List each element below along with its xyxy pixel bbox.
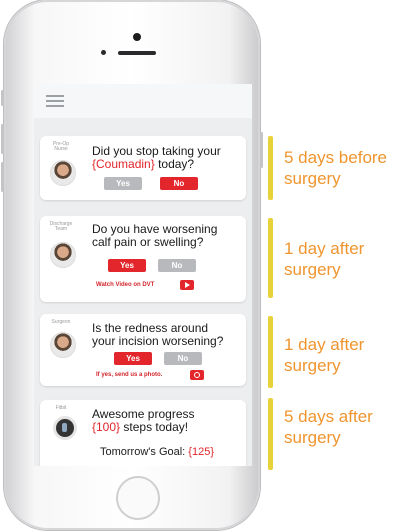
progress-text: Awesome progress {100} steps today!	[92, 407, 195, 434]
avatar	[50, 160, 76, 186]
timeline-bar	[268, 136, 273, 200]
avatar	[50, 242, 76, 268]
question-card-medication: Pre-Op Nurse Did you stop taking your {C…	[40, 136, 246, 200]
question-card-dvt: Discharge Team Do you have worsening cal…	[40, 216, 246, 302]
timeline-bar	[268, 316, 273, 388]
goal-value: {125}	[188, 446, 214, 458]
home-button[interactable]	[116, 476, 160, 520]
question-card-incision: Surgeon Is the redness around your incis…	[40, 314, 246, 386]
no-button[interactable]: No	[158, 259, 196, 272]
no-button[interactable]: No	[164, 352, 202, 365]
volume-down-button	[1, 162, 4, 192]
timeline-bar	[268, 398, 273, 470]
goal-text: Tomorrow's Goal: {125}	[100, 446, 214, 458]
yes-button[interactable]: Yes	[108, 259, 146, 272]
send-photo-link[interactable]: If yes, send us a photo.	[96, 372, 162, 378]
play-video-icon[interactable]	[180, 280, 194, 290]
avatar	[50, 332, 76, 358]
app-header	[34, 84, 252, 118]
fitbit-watch-icon	[53, 416, 77, 440]
menu-icon[interactable]	[46, 95, 64, 107]
timeline-label: 5 days after surgery	[284, 407, 373, 447]
mute-switch	[1, 90, 4, 106]
timeline-label: 5 days before surgery	[284, 148, 388, 188]
fitbit-progress-card: Fitbit Awesome progress {100} steps toda…	[40, 400, 246, 466]
camera-icon[interactable]	[190, 370, 204, 380]
volume-up-button	[1, 124, 4, 154]
sender-role: Surgeon	[51, 319, 71, 325]
timeline-bar	[268, 218, 273, 298]
earpiece-speaker	[118, 51, 156, 55]
steps-count: {100}	[92, 420, 121, 434]
app-screen: Pre-Op Nurse Did you stop taking your {C…	[34, 84, 252, 466]
question-text: Did you stop taking your {Coumadin} toda…	[92, 144, 221, 171]
timeline-label: 1 day after surgery	[284, 335, 365, 375]
power-button	[260, 132, 263, 168]
phone-frame: Pre-Op Nurse Did you stop taking your {C…	[1, 0, 263, 530]
timeline-label: 1 day after surgery	[284, 239, 365, 279]
sender-role: Pre-Op Nurse	[52, 141, 70, 152]
question-text: Do you have worsening calf pain or swell…	[92, 222, 218, 249]
question-text: Is the redness around your incision wors…	[92, 321, 224, 348]
sender-role: Fitbit	[55, 405, 67, 411]
sender-role: Discharge Team	[49, 221, 73, 232]
yes-button[interactable]: Yes	[114, 352, 152, 365]
no-button[interactable]: No	[160, 177, 198, 190]
proximity-sensor	[101, 50, 106, 55]
watch-video-link[interactable]: Watch Video on DVT	[96, 282, 154, 288]
front-camera	[133, 33, 141, 41]
medication-name: {Coumadin}	[92, 157, 155, 171]
yes-button[interactable]: Yes	[104, 177, 142, 190]
